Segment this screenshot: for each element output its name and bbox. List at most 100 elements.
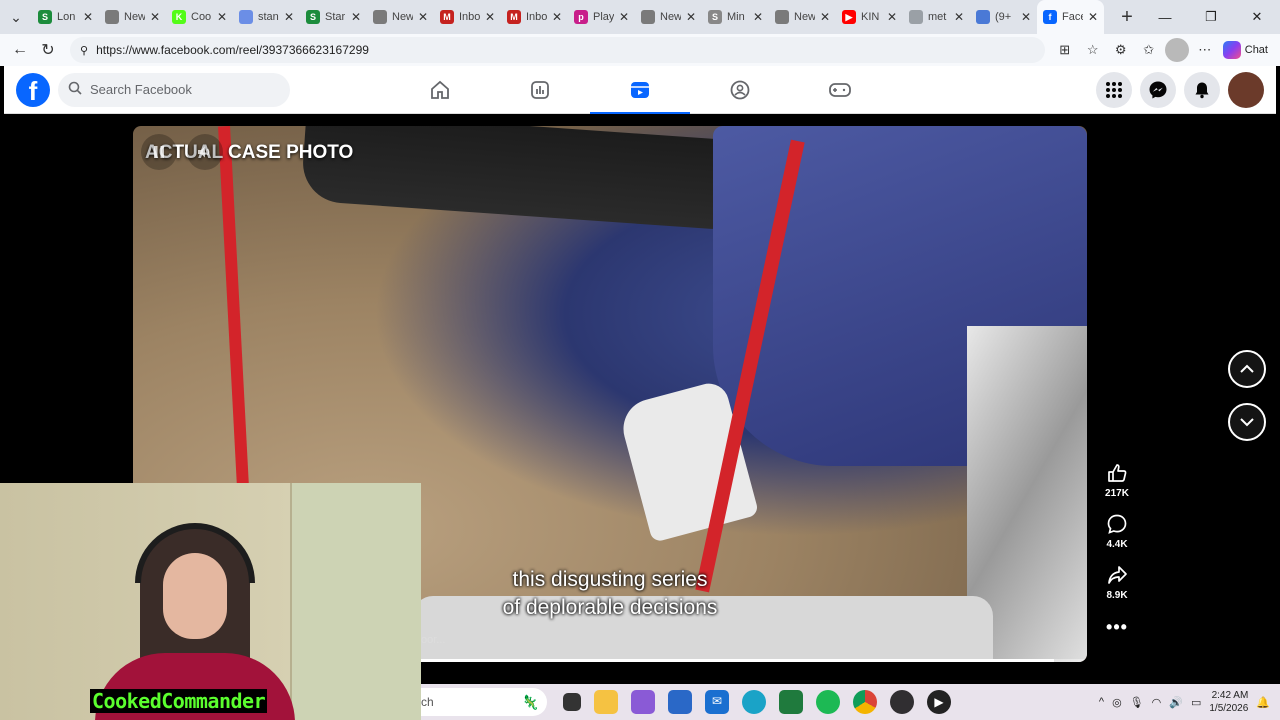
tab-actions-chevron-icon[interactable]: ⌄ <box>0 0 32 34</box>
obs-icon[interactable] <box>890 690 914 714</box>
menu-grid-icon[interactable] <box>1096 72 1132 108</box>
extensions-icon[interactable]: ⚙ <box>1109 38 1133 62</box>
notification-icon[interactable]: 🔔 <box>1256 696 1270 709</box>
browser-tab[interactable]: p Play ✕ <box>568 0 635 34</box>
tab-close-icon[interactable]: ✕ <box>552 10 562 24</box>
tab-close-icon[interactable]: ✕ <box>686 10 696 24</box>
favorite-star-icon[interactable]: ☆ <box>1081 38 1105 62</box>
browser-tab[interactable]: S Min ✕ <box>702 0 769 34</box>
back-arrow-icon[interactable]: ← <box>6 36 34 64</box>
browser-tab[interactable]: S Star ✕ <box>300 0 367 34</box>
browser-tab[interactable]: met ✕ <box>903 0 970 34</box>
browser-tab[interactable]: f Face ✕ <box>1037 0 1104 34</box>
tab-close-icon[interactable]: ✕ <box>1088 10 1098 24</box>
tab-close-icon[interactable]: ✕ <box>753 10 763 24</box>
tab-close-icon[interactable]: ✕ <box>1021 10 1031 24</box>
comment-button[interactable]: 4.4K <box>1106 513 1128 550</box>
outlook-icon[interactable]: ✉ <box>705 690 729 714</box>
tab-close-icon[interactable]: ✕ <box>150 10 160 24</box>
microphone-icon[interactable]: 🎙 <box>1130 696 1144 709</box>
reel-caption-truncated[interactable]: oor... <box>421 634 445 646</box>
tab-label: Inbo <box>526 11 547 23</box>
tab-close-icon[interactable]: ✕ <box>284 10 294 24</box>
browser-tab[interactable]: S Lon ✕ <box>32 0 99 34</box>
favorites-icon[interactable]: ✩ <box>1137 38 1161 62</box>
tab-close-icon[interactable]: ✕ <box>887 10 897 24</box>
media-player-icon[interactable]: ▶ <box>927 690 951 714</box>
windows-taskbar: ch 🦎 ✉ ▶ ^ ◎ 🎙 ◠ 🔊 ▭ 2:42 AM 1/5/2026 🔔 <box>421 684 1280 720</box>
tab-close-icon[interactable]: ✕ <box>83 10 93 24</box>
site-info-icon[interactable]: ⚲ <box>80 44 88 57</box>
taskbar-search[interactable]: ch 🦎 <box>421 688 547 716</box>
tab-close-icon[interactable]: ✕ <box>217 10 227 24</box>
spotify-icon[interactable] <box>816 690 840 714</box>
xbox-app-icon[interactable] <box>779 690 803 714</box>
browser-tab[interactable]: New ✕ <box>635 0 702 34</box>
browser-tab[interactable]: M Inbo ✕ <box>434 0 501 34</box>
notifications-bell-icon[interactable] <box>1184 72 1220 108</box>
profile-avatar[interactable] <box>1164 38 1189 62</box>
browser-tab[interactable]: (9+ ✕ <box>970 0 1037 34</box>
system-tray: ^ ◎ 🎙 ◠ 🔊 ▭ 2:42 AM 1/5/2026 🔔 <box>1099 689 1280 715</box>
url-field[interactable]: ⚲ https://www.facebook.com/reel/39373666… <box>70 37 1045 63</box>
minimize-icon[interactable]: — <box>1142 0 1188 34</box>
show-hidden-icons-chevron-icon[interactable]: ^ <box>1099 696 1104 708</box>
taskbar-clock[interactable]: 2:42 AM 1/5/2026 <box>1209 689 1248 715</box>
video-progress-bar[interactable] <box>421 659 1087 662</box>
browser-tab[interactable]: New ✕ <box>367 0 434 34</box>
gaming-icon <box>829 83 851 97</box>
more-options-icon[interactable]: ••• <box>1106 617 1128 638</box>
edge-icon[interactable] <box>742 690 766 714</box>
tab-close-icon[interactable]: ✕ <box>418 10 428 24</box>
next-reel-button[interactable] <box>1228 403 1266 441</box>
browser-tab[interactable]: New ✕ <box>99 0 166 34</box>
volume-icon[interactable]: 🔊 <box>1169 696 1183 709</box>
video-progress-fill <box>421 659 1054 662</box>
dashboard-icon <box>531 81 549 99</box>
tray-app-icon[interactable]: ◎ <box>1112 696 1122 709</box>
browser-tab[interactable]: K Coo ✕ <box>166 0 233 34</box>
share-button[interactable]: 8.9K <box>1106 564 1128 601</box>
thumbs-up-icon <box>1108 464 1127 482</box>
task-view-icon[interactable] <box>563 693 581 711</box>
refresh-icon[interactable]: ↻ <box>34 36 62 64</box>
tab-close-icon[interactable]: ✕ <box>619 10 629 24</box>
store-icon[interactable] <box>668 690 692 714</box>
nav-groups[interactable] <box>690 66 790 114</box>
tab-close-icon[interactable]: ✕ <box>954 10 964 24</box>
tab-favicon-icon: ▶ <box>842 10 856 24</box>
browser-tab[interactable]: stan ✕ <box>233 0 300 34</box>
like-button[interactable]: 217K <box>1105 462 1129 499</box>
previous-reel-button[interactable] <box>1228 350 1266 388</box>
nav-gaming[interactable] <box>790 66 890 114</box>
close-window-icon[interactable]: ✕ <box>1234 0 1280 34</box>
nav-home[interactable] <box>390 66 490 114</box>
copilot-app-icon[interactable] <box>631 690 655 714</box>
facebook-logo[interactable]: f <box>16 72 50 107</box>
tab-close-icon[interactable]: ✕ <box>485 10 495 24</box>
file-explorer-icon[interactable] <box>594 690 618 714</box>
wifi-icon[interactable]: ◠ <box>1152 696 1162 709</box>
facebook-search[interactable]: Search Facebook <box>58 72 290 107</box>
browser-tab[interactable]: M Inbo ✕ <box>501 0 568 34</box>
browser-tab[interactable]: New ✕ <box>769 0 836 34</box>
new-tab-button[interactable]: + <box>1112 0 1142 34</box>
more-menu-icon[interactable]: ⋯ <box>1193 38 1217 62</box>
tab-close-icon[interactable]: ✕ <box>351 10 361 24</box>
copilot-button[interactable]: Chat <box>1217 41 1274 59</box>
messenger-icon[interactable] <box>1140 72 1176 108</box>
battery-icon[interactable]: ▭ <box>1191 696 1201 709</box>
app-available-icon[interactable]: ⊞ <box>1053 38 1077 62</box>
chrome-icon[interactable] <box>853 690 877 714</box>
browser-tab[interactable]: ▶ KIN ✕ <box>836 0 903 34</box>
nav-reels[interactable] <box>590 66 690 115</box>
tab-label: Play <box>593 11 614 23</box>
account-avatar[interactable] <box>1228 72 1264 108</box>
mute-speaker-icon[interactable] <box>187 134 223 170</box>
tab-close-icon[interactable]: ✕ <box>820 10 830 24</box>
video-controls <box>141 134 223 170</box>
restore-icon[interactable]: ❐ <box>1188 0 1234 34</box>
play-pause-icon[interactable] <box>141 134 177 170</box>
nav-dashboard[interactable] <box>490 66 590 114</box>
search-placeholder: Search Facebook <box>90 82 192 97</box>
